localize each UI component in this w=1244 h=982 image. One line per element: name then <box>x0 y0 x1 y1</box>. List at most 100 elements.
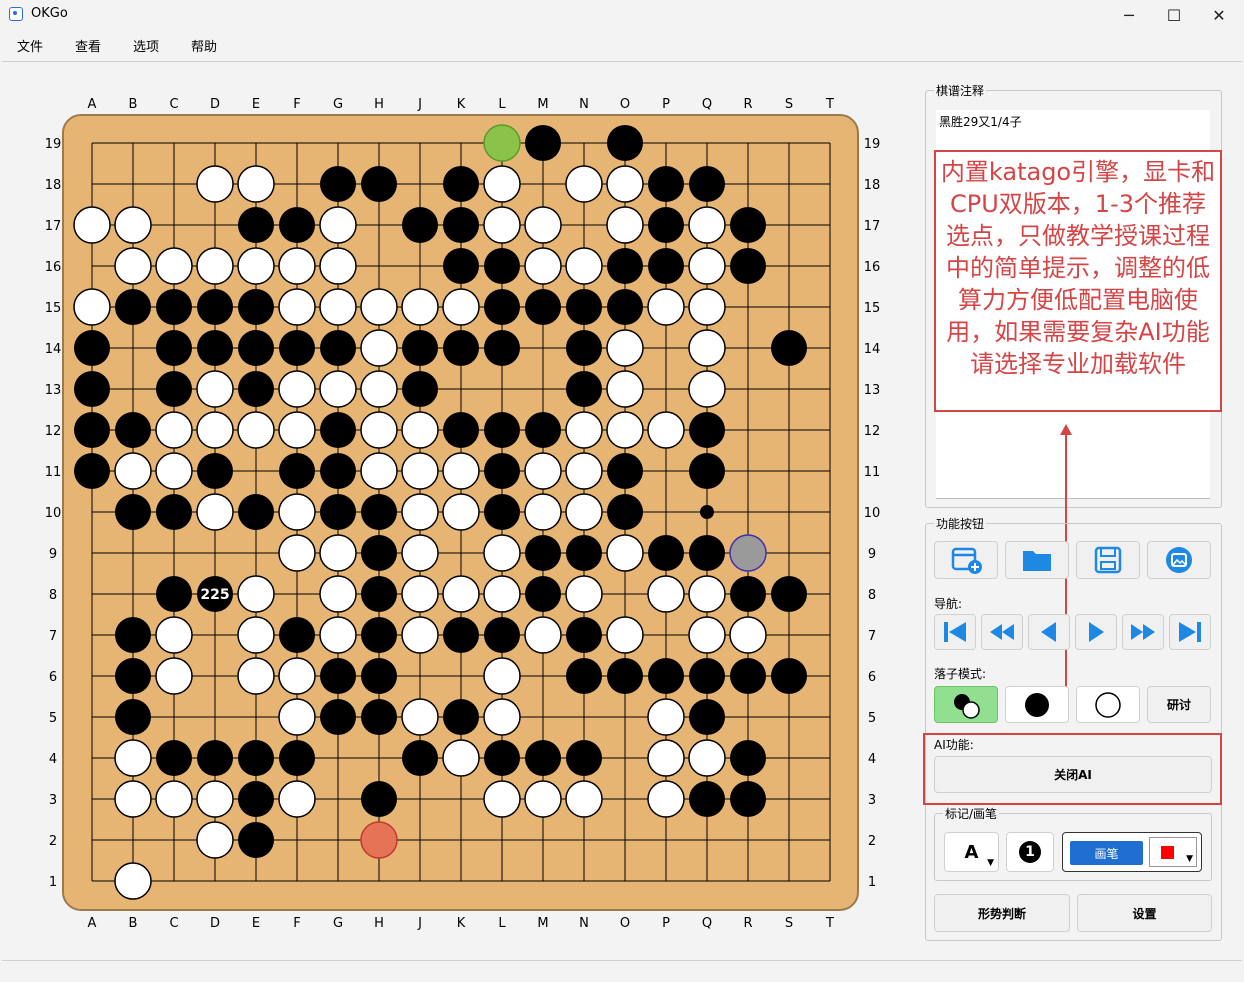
white-stone[interactable] <box>688 288 726 326</box>
black-stone[interactable] <box>238 740 274 776</box>
white-stone[interactable] <box>606 206 644 244</box>
white-stone[interactable] <box>647 411 685 449</box>
nav-first-button[interactable] <box>934 614 976 650</box>
white-stone[interactable] <box>319 247 357 285</box>
black-stone[interactable] <box>607 248 643 284</box>
white-stone[interactable] <box>401 493 439 531</box>
black-stone[interactable] <box>771 576 807 612</box>
white-stone[interactable] <box>565 452 603 490</box>
black-stone[interactable] <box>730 248 766 284</box>
black-stone[interactable] <box>484 617 520 653</box>
black-stone[interactable] <box>730 658 766 694</box>
black-stone[interactable] <box>730 740 766 776</box>
white-stone[interactable] <box>196 247 234 285</box>
black-stone[interactable] <box>566 617 602 653</box>
black-stone[interactable] <box>156 371 192 407</box>
black-stone[interactable] <box>279 740 315 776</box>
white-stone[interactable] <box>483 206 521 244</box>
black-stone[interactable] <box>320 699 356 735</box>
white-stone[interactable] <box>155 616 193 654</box>
white-stone[interactable] <box>483 657 521 695</box>
white-stone[interactable] <box>606 411 644 449</box>
black-stone[interactable] <box>525 740 561 776</box>
menu-options[interactable]: 选项 <box>133 36 159 55</box>
white-stone[interactable] <box>155 780 193 818</box>
white-stone[interactable] <box>483 698 521 736</box>
white-stone[interactable] <box>483 780 521 818</box>
white-stone[interactable] <box>196 821 234 859</box>
white-stone[interactable] <box>647 288 685 326</box>
white-stone[interactable] <box>155 657 193 695</box>
black-stone[interactable] <box>689 453 725 489</box>
black-stone[interactable] <box>74 371 110 407</box>
black-stone[interactable] <box>730 781 766 817</box>
white-stone[interactable] <box>606 329 644 367</box>
black-stone[interactable] <box>320 330 356 366</box>
black-stone[interactable] <box>607 453 643 489</box>
black-stone[interactable] <box>279 617 315 653</box>
black-stone[interactable] <box>730 576 766 612</box>
black-stone[interactable] <box>566 658 602 694</box>
black-stone[interactable] <box>279 207 315 243</box>
black-stone[interactable] <box>484 248 520 284</box>
ai-suggestion-green[interactable] <box>483 124 521 162</box>
black-stone[interactable] <box>689 781 725 817</box>
nav-next-button[interactable] <box>1075 614 1117 650</box>
black-stone[interactable] <box>689 658 725 694</box>
white-stone[interactable] <box>155 452 193 490</box>
white-stone[interactable] <box>278 780 316 818</box>
white-stone[interactable] <box>524 247 562 285</box>
black-stone[interactable] <box>689 699 725 735</box>
black-stone[interactable] <box>443 699 479 735</box>
black-stone[interactable] <box>566 289 602 325</box>
screenshot-button[interactable] <box>1147 541 1211 579</box>
white-stone[interactable] <box>319 616 357 654</box>
black-stone[interactable] <box>115 412 151 448</box>
new-game-button[interactable] <box>934 541 998 579</box>
ai-suggestion-purple[interactable] <box>729 534 767 572</box>
black-stone[interactable] <box>771 658 807 694</box>
black-stone[interactable] <box>525 125 561 161</box>
black-stone[interactable] <box>443 248 479 284</box>
white-stone[interactable] <box>155 411 193 449</box>
menu-help[interactable]: 帮助 <box>191 36 217 55</box>
black-stone[interactable] <box>484 412 520 448</box>
ai-toggle-button[interactable]: 关闭AI <box>934 756 1212 793</box>
white-stone[interactable] <box>688 329 726 367</box>
white-stone[interactable] <box>688 739 726 777</box>
white-stone[interactable] <box>114 247 152 285</box>
black-stone[interactable] <box>566 371 602 407</box>
black-stone[interactable] <box>320 166 356 202</box>
black-stone[interactable] <box>484 740 520 776</box>
settings-button[interactable]: 设置 <box>1077 894 1212 932</box>
black-stone[interactable] <box>197 740 233 776</box>
black-stone[interactable] <box>320 494 356 530</box>
white-stone[interactable] <box>401 534 439 572</box>
white-stone[interactable] <box>688 370 726 408</box>
white-stone[interactable] <box>442 452 480 490</box>
black-stone[interactable] <box>361 576 397 612</box>
black-stone[interactable] <box>320 658 356 694</box>
black-stone[interactable] <box>648 658 684 694</box>
white-stone[interactable] <box>196 780 234 818</box>
white-stone[interactable] <box>237 616 275 654</box>
black-stone[interactable] <box>115 617 151 653</box>
black-stone[interactable] <box>443 412 479 448</box>
black-stone[interactable] <box>238 781 274 817</box>
pen-color-picker[interactable]: ▼ <box>1149 837 1197 867</box>
black-stone[interactable] <box>156 576 192 612</box>
white-stone[interactable] <box>278 288 316 326</box>
nav-fast-back-button[interactable] <box>981 614 1023 650</box>
black-stone[interactable] <box>525 576 561 612</box>
mode-alternate-button[interactable] <box>934 686 998 723</box>
white-stone[interactable] <box>114 780 152 818</box>
black-stone[interactable] <box>443 207 479 243</box>
black-stone[interactable] <box>361 535 397 571</box>
ai-suggestion-red[interactable] <box>360 821 398 859</box>
black-stone[interactable] <box>402 330 438 366</box>
black-stone[interactable] <box>730 207 766 243</box>
white-stone[interactable] <box>319 534 357 572</box>
nav-fast-forward-button[interactable] <box>1122 614 1164 650</box>
black-stone[interactable] <box>156 330 192 366</box>
white-stone[interactable] <box>278 698 316 736</box>
